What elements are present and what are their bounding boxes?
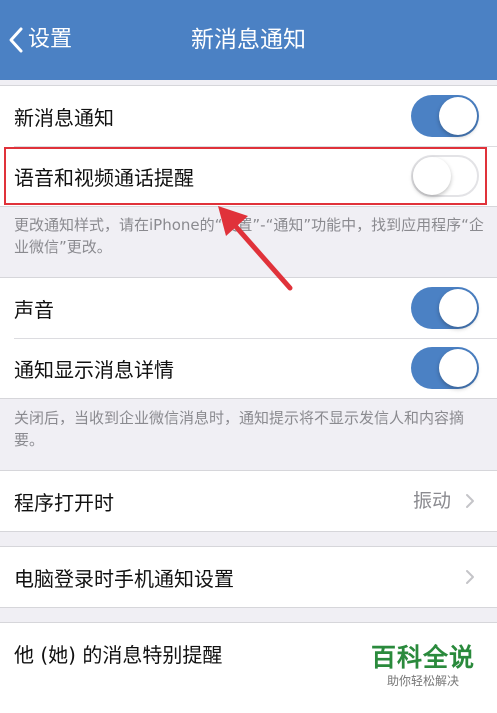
new-message-notification-row: 新消息通知	[0, 86, 497, 146]
voice-video-call-reminder-label: 语音和视频通话提醒	[14, 165, 194, 190]
show-message-details-toggle[interactable]	[411, 347, 479, 389]
watermark-logo: 百科全说 助你轻松解决	[363, 643, 483, 689]
page-title: 新消息通知	[191, 27, 306, 53]
sound-row: 声音	[0, 278, 497, 338]
pc-login-section: 电脑登录时手机通知设置	[0, 546, 497, 608]
app-open-label: 程序打开时	[14, 490, 114, 515]
special-reminder-label: 他 (她) 的消息特别提醒	[14, 642, 223, 667]
sound-section: 声音 通知显示消息详情	[0, 277, 497, 399]
chevron-right-icon	[465, 569, 475, 589]
toggle-knob	[439, 97, 477, 135]
voice-video-call-reminder-toggle[interactable]	[411, 155, 479, 197]
new-message-notification-toggle[interactable]	[411, 95, 479, 137]
app-open-value: 振动	[412, 490, 451, 512]
show-message-details-label: 通知显示消息详情	[14, 357, 174, 382]
notification-section: 新消息通知 语音和视频通话提醒	[0, 85, 497, 207]
app-open-section: 程序打开时 振动	[0, 470, 497, 532]
sound-toggle[interactable]	[411, 287, 479, 329]
pc-login-notification-row[interactable]: 电脑登录时手机通知设置	[0, 547, 497, 607]
show-message-details-row: 通知显示消息详情	[0, 338, 497, 398]
pc-login-notification-label: 电脑登录时手机通知设置	[14, 566, 234, 591]
voice-video-call-reminder-row: 语音和视频通话提醒	[0, 146, 497, 206]
navigation-bar: 设置 新消息通知	[0, 0, 497, 80]
sound-label: 声音	[14, 297, 54, 322]
app-open-row[interactable]: 程序打开时 振动	[0, 471, 497, 531]
new-message-notification-label: 新消息通知	[14, 105, 114, 130]
toggle-knob	[439, 349, 477, 387]
watermark-subtitle: 助你轻松解决	[386, 674, 459, 688]
notification-style-note: 更改通知样式，请在iPhone的“设置”-“通知”功能中，找到应用程序“企业微信…	[14, 216, 484, 256]
chevron-right-icon	[465, 493, 475, 513]
watermark-title: 百科全说	[370, 643, 475, 672]
toggle-knob	[439, 289, 477, 327]
message-details-note: 关闭后，当收到企业微信消息时，通知提示将不显示发信人和内容摘要。	[14, 409, 465, 449]
toggle-knob	[413, 157, 451, 195]
